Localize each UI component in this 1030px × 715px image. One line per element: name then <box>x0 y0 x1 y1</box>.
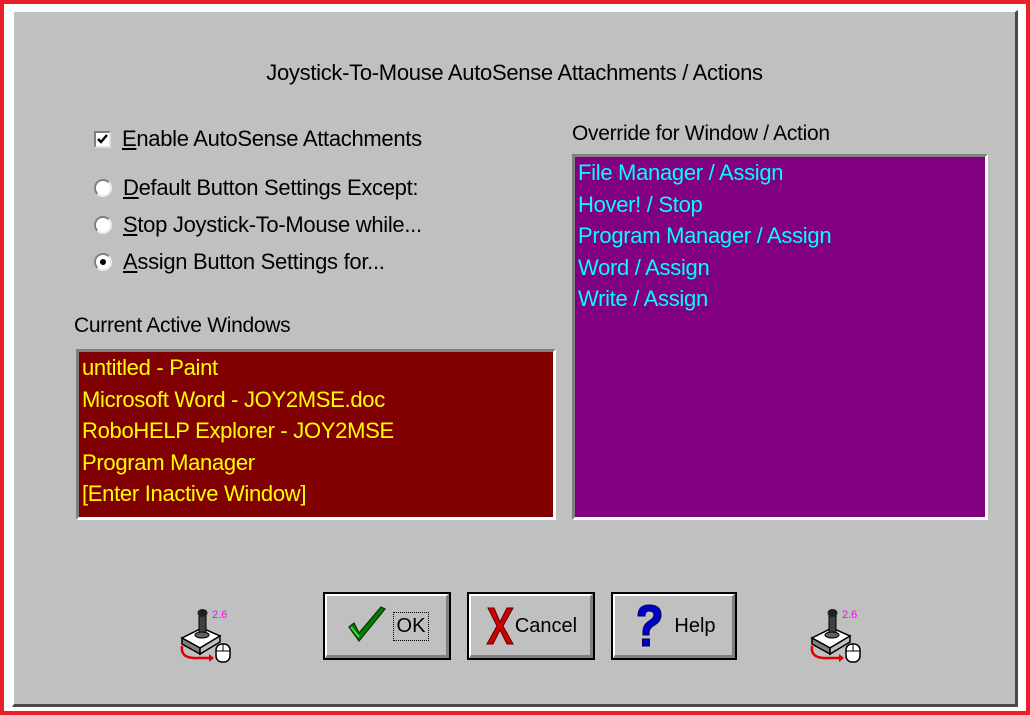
question-mark-icon <box>637 604 662 647</box>
checkmark-icon <box>97 133 108 144</box>
joystick-mouse-icon: 2.6 <box>810 609 861 663</box>
radio-default-button-settings[interactable]: Default Button Settings Except: <box>94 175 419 201</box>
radio-dot <box>100 259 106 265</box>
list-item[interactable]: [Enter Inactive Window] <box>79 478 553 510</box>
list-item[interactable]: Write / Assign <box>575 283 985 315</box>
current-windows-list[interactable]: untitled - Paint Microsoft Word - JOY2MS… <box>76 349 556 520</box>
version-badge: 2.6 <box>212 609 227 621</box>
radio-label: Stop Joystick-To-Mouse while... <box>123 212 422 237</box>
list-item[interactable]: Program Manager / Assign <box>575 220 985 252</box>
list-item[interactable]: untitled - Paint <box>79 352 553 384</box>
autosense-dialog: Joystick-To-Mouse AutoSense Attachments … <box>12 10 1018 707</box>
list-item[interactable]: Program Manager <box>79 447 553 479</box>
enable-autosense-checkbox[interactable]: Enable AutoSense Attachments <box>94 126 422 152</box>
ok-label: OK <box>392 611 430 641</box>
current-windows-label: Current Active Windows <box>74 314 291 337</box>
override-label: Override for Window / Action <box>572 122 830 145</box>
list-item[interactable]: File Manager / Assign <box>575 157 985 189</box>
cancel-label: Cancel <box>514 614 578 637</box>
radio-label: Default Button Settings Except: <box>123 175 419 200</box>
ok-button[interactable]: OK <box>323 592 451 660</box>
radio-stop-joystick[interactable]: Stop Joystick-To-Mouse while... <box>94 212 422 238</box>
radio-circle-selected[interactable] <box>94 253 112 271</box>
joystick-mouse-icon: 2.6 <box>180 609 231 663</box>
cancel-button[interactable]: Cancel <box>467 592 595 660</box>
help-button[interactable]: Help <box>611 592 737 660</box>
override-list[interactable]: File Manager / Assign Hover! / Stop Prog… <box>572 154 988 520</box>
radio-circle[interactable] <box>94 179 112 197</box>
radio-label: Assign Button Settings for... <box>123 249 385 274</box>
list-item[interactable]: Word / Assign <box>575 252 985 284</box>
window-frame: Joystick-To-Mouse AutoSense Attachments … <box>0 0 1030 715</box>
list-item[interactable]: Hover! / Stop <box>575 189 985 221</box>
list-item[interactable]: RoboHELP Explorer - JOY2MSE <box>79 415 553 447</box>
checkbox-box[interactable] <box>94 130 111 148</box>
checkmark-icon <box>347 606 386 642</box>
dialog-title: Joystick-To-Mouse AutoSense Attachments … <box>266 60 763 85</box>
enable-autosense-label: Enable AutoSense Attachments <box>122 126 422 151</box>
radio-circle[interactable] <box>94 216 112 234</box>
help-label: Help <box>674 614 716 637</box>
radio-assign-button-settings[interactable]: Assign Button Settings for... <box>94 249 385 275</box>
version-badge: 2.6 <box>842 609 857 621</box>
list-item[interactable]: Microsoft Word - JOY2MSE.doc <box>79 384 553 416</box>
cancel-x-icon <box>486 607 514 645</box>
